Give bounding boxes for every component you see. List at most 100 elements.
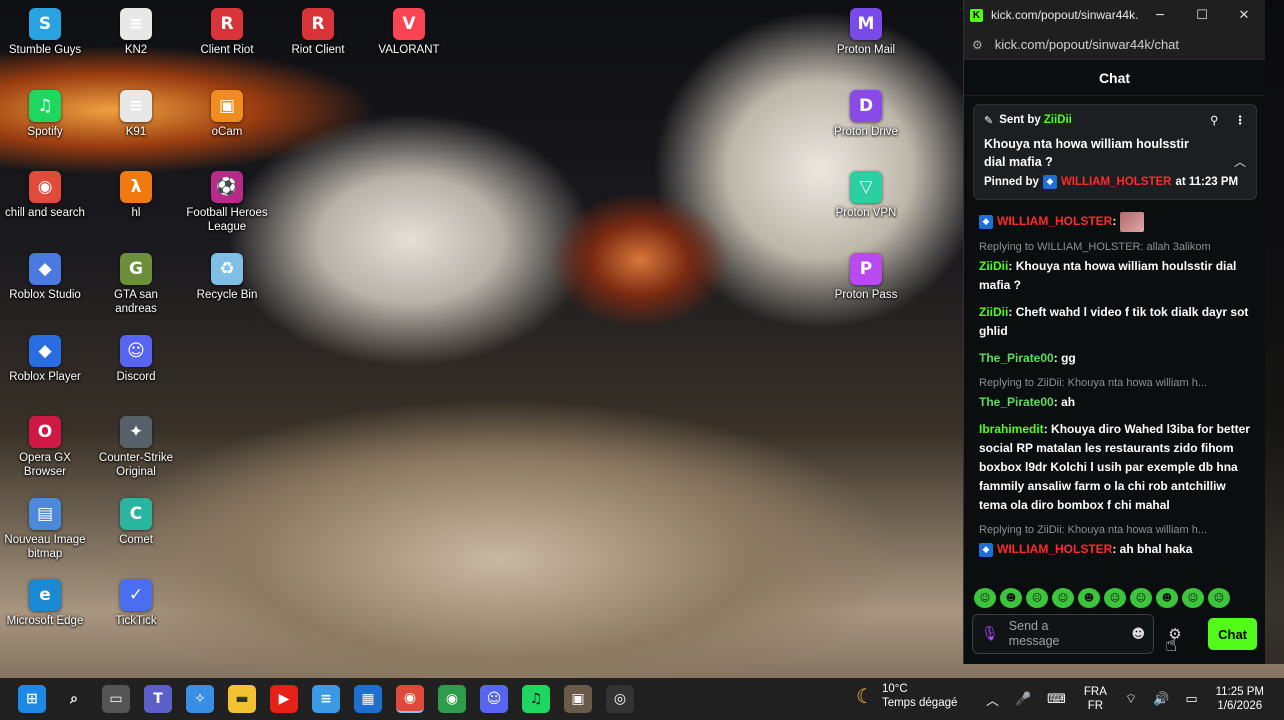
app-icon: O: [29, 416, 61, 448]
app-icon: G: [120, 253, 152, 285]
chat-message[interactable]: ◆ WILLIAM_HOLSTER:: [979, 212, 1251, 232]
app-icon: C: [120, 498, 152, 530]
desktop-icon[interactable]: R Client Riot: [183, 8, 271, 57]
desktop-icon-label: Roblox Studio: [9, 289, 81, 301]
obs-recording-icon[interactable]: ◎: [606, 685, 634, 713]
desktop-icon[interactable]: ▽ Proton VPN: [822, 171, 910, 220]
discord-taskbar-icon[interactable]: ☺: [480, 685, 508, 713]
app-icon: ☺: [120, 335, 152, 367]
keyboard-icon[interactable]: ⌨: [1047, 692, 1066, 707]
app-icon: e: [29, 579, 61, 611]
maximize-button[interactable]: ☐: [1181, 0, 1223, 30]
desktop-icon[interactable]: S Stumble Guys: [1, 8, 89, 57]
weather-widget[interactable]: ☾ 10°C Temps dégagé: [856, 682, 957, 710]
desktop-icon[interactable]: ≡ KN2: [92, 8, 180, 57]
desktop-icon[interactable]: ⚽ Football Heroes League: [183, 171, 271, 234]
desktop-icon[interactable]: R Riot Client: [274, 8, 362, 57]
spotify-taskbar-icon[interactable]: ♫: [522, 685, 550, 713]
chat-username[interactable]: WILLIAM_HOLSTER: [997, 214, 1112, 228]
desktop-icon[interactable]: O Opera GX Browser: [1, 416, 89, 479]
reply-context[interactable]: Replying to WILLIAM_HOLSTER: allah 3alik…: [979, 240, 1251, 255]
pinned-by-user[interactable]: WILLIAM_HOLSTER: [1061, 176, 1172, 188]
teams-icon[interactable]: T: [144, 685, 172, 713]
desktop-icon[interactable]: G GTA san andreas: [92, 253, 180, 316]
start-button-icon[interactable]: ⊞: [18, 685, 46, 713]
chat-username[interactable]: ZiiDii: [979, 305, 1008, 319]
desktop-icon[interactable]: ✦ Counter-Strike Original: [92, 416, 180, 479]
pinned-time: at 11:23 PM: [1175, 176, 1239, 188]
desktop-icon[interactable]: ☺ Discord: [92, 335, 180, 384]
language-indicator[interactable]: FRA FR: [1084, 685, 1107, 713]
wifi-icon[interactable]: ⌔: [1125, 691, 1137, 707]
youtube-icon[interactable]: ▶: [270, 685, 298, 713]
desktop-icon[interactable]: λ hl: [92, 171, 180, 220]
collapse-chevron-icon[interactable]: ︿: [1234, 153, 1246, 170]
volume-icon[interactable]: 🔊: [1153, 692, 1169, 707]
desktop-icon[interactable]: P Proton Pass: [822, 253, 910, 302]
chat-username[interactable]: The_Pirate00: [979, 395, 1054, 409]
task-view-icon[interactable]: ▭: [102, 685, 130, 713]
desktop-icon[interactable]: V VALORANT: [365, 8, 453, 57]
chat-message[interactable]: Replying to WILLIAM_HOLSTER: allah 3alik…: [979, 240, 1251, 295]
more-options-icon[interactable]: ⋮: [1235, 113, 1247, 127]
desktop-icon[interactable]: ♫ Spotify: [1, 90, 89, 139]
microsoft-store-icon[interactable]: ▦: [354, 685, 382, 713]
desktop-icon[interactable]: ◆ Roblox Player: [1, 335, 89, 384]
clock[interactable]: 11:25 PM 1/6/2026: [1216, 685, 1264, 713]
file-explorer-icon[interactable]: ▬: [228, 685, 256, 713]
emote-icon[interactable]: ☻: [1156, 588, 1178, 608]
battery-icon[interactable]: ▭: [1185, 692, 1197, 707]
microphone-tray-icon[interactable]: 🎤: [1015, 692, 1031, 707]
chat-message[interactable]: Ibrahimedit: Khouya diro Wahed l3iba for…: [979, 420, 1251, 515]
chat-message-input[interactable]: 🎙 Send a message ☻: [972, 614, 1154, 654]
desktop-icon[interactable]: D Proton Drive: [822, 90, 910, 139]
emote-icon[interactable]: ☹: [1026, 588, 1048, 608]
desktop-icon[interactable]: e Microsoft Edge: [1, 579, 89, 628]
chat-message[interactable]: Replying to ZiiDii: Khouya nta howa will…: [979, 376, 1251, 412]
emote-icon[interactable]: ☻: [1078, 588, 1100, 608]
emote-icon[interactable]: ☺: [1208, 588, 1230, 608]
desktop-icon[interactable]: ✓ TickTick: [92, 579, 180, 628]
desktop-icon[interactable]: ♻ Recycle Bin: [183, 253, 271, 302]
notepad-icon[interactable]: ≡: [312, 685, 340, 713]
chrome-active-icon[interactable]: ◉: [396, 685, 424, 713]
chat-message[interactable]: ZiiDii: Cheft wahd l video f tik tok dia…: [979, 303, 1251, 341]
search-icon[interactable]: ⌕: [60, 685, 88, 713]
chrome-icon[interactable]: ◉: [438, 685, 466, 713]
copilot-icon[interactable]: ✧: [186, 685, 214, 713]
address-bar[interactable]: ⚙ kick.com/popout/sinwar44k/chat: [964, 30, 1265, 60]
minimize-button[interactable]: ─: [1139, 0, 1181, 30]
emoji-picker-icon[interactable]: ☻: [1131, 627, 1145, 642]
chat-message[interactable]: The_Pirate00: gg: [979, 349, 1251, 368]
chat-username[interactable]: The_Pirate00: [979, 351, 1054, 365]
send-chat-button[interactable]: Chat: [1208, 618, 1257, 650]
desktop-icon[interactable]: C Comet: [92, 498, 180, 547]
desktop-icon[interactable]: ≡ K91: [92, 90, 180, 139]
chat-message-text: gg: [1061, 351, 1076, 365]
chat-username[interactable]: WILLIAM_HOLSTER: [997, 542, 1112, 556]
emote-icon[interactable]: ☺: [1052, 588, 1074, 608]
chat-username[interactable]: ZiiDii: [979, 259, 1008, 273]
desktop-icon[interactable]: ▣ oCam: [183, 90, 271, 139]
desktop-icon[interactable]: ▤ Nouveau Image bitmap: [1, 498, 89, 561]
emote-icon[interactable]: ☻: [1000, 588, 1022, 608]
desktop-icon-label: Counter-Strike Original: [98, 452, 174, 478]
desktop-icon[interactable]: M Proton Mail: [822, 8, 910, 57]
chat-message[interactable]: Replying to ZiiDii: Khouya nta howa will…: [979, 523, 1251, 559]
game-taskbar-icon[interactable]: ▣: [564, 685, 592, 713]
desktop-icon[interactable]: ◉ chill and search: [1, 171, 89, 220]
reply-context[interactable]: Replying to ZiiDii: Khouya nta howa will…: [979, 523, 1251, 538]
emote-icon[interactable]: ☺: [1130, 588, 1152, 608]
emote-icon[interactable]: ☺: [1104, 588, 1126, 608]
desktop-icon[interactable]: ◆ Roblox Studio: [1, 253, 89, 302]
sent-by-user[interactable]: ZiiDii: [1044, 114, 1072, 126]
site-settings-icon[interactable]: ⚙: [972, 38, 983, 52]
chat-username[interactable]: Ibrahimedit: [979, 422, 1044, 436]
show-hidden-icons-chevron-icon[interactable]: ︿: [986, 690, 999, 709]
unpin-icon[interactable]: ⚲: [1210, 113, 1218, 127]
close-button[interactable]: ✕: [1223, 0, 1265, 30]
microphone-icon[interactable]: 🎙: [981, 626, 999, 642]
emote-icon[interactable]: ☺: [1182, 588, 1204, 608]
reply-context[interactable]: Replying to ZiiDii: Khouya nta howa will…: [979, 376, 1251, 391]
emote-icon[interactable]: ☺: [974, 588, 996, 608]
